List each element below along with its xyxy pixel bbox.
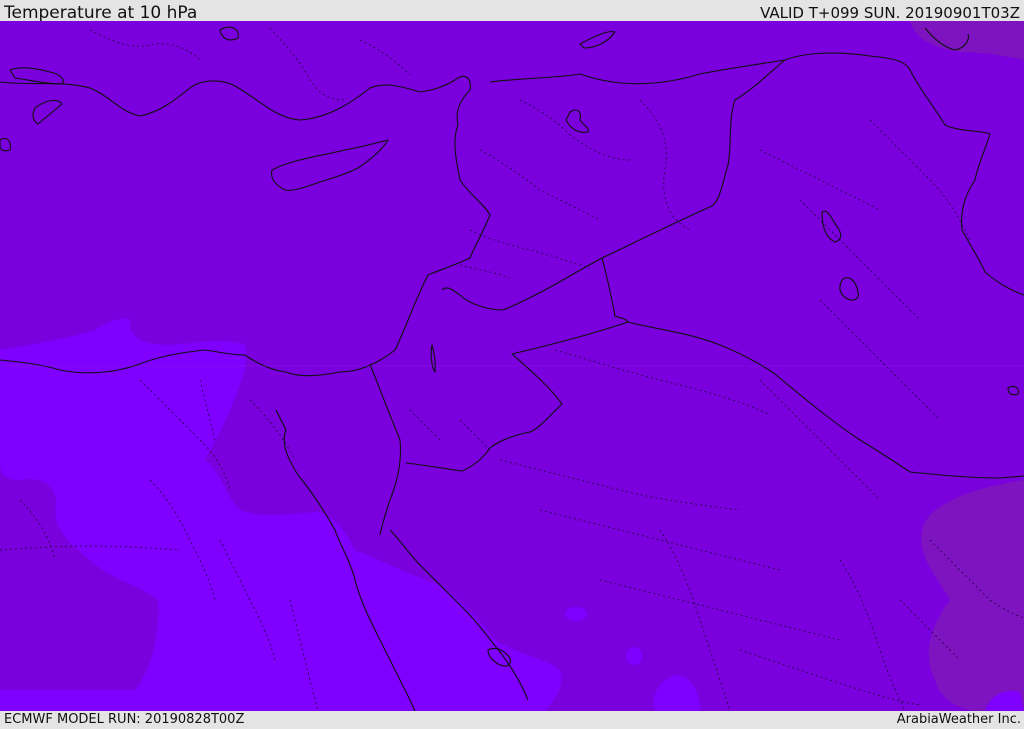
field-patch-1 <box>565 607 587 621</box>
map-title: Temperature at 10 hPa <box>4 3 198 23</box>
field-patch-2 <box>626 647 642 665</box>
temperature-map[interactable] <box>0 21 1024 711</box>
valid-time: VALID T+099 SUN. 20190901T03Z <box>760 4 1020 22</box>
model-run-label: ECMWF MODEL RUN: 20190828T00Z <box>4 712 245 727</box>
credit-label: ArabiaWeather Inc. <box>896 712 1021 727</box>
weather-map-page: Temperature at 10 hPa VALID T+099 SUN. 2… <box>0 0 1024 729</box>
